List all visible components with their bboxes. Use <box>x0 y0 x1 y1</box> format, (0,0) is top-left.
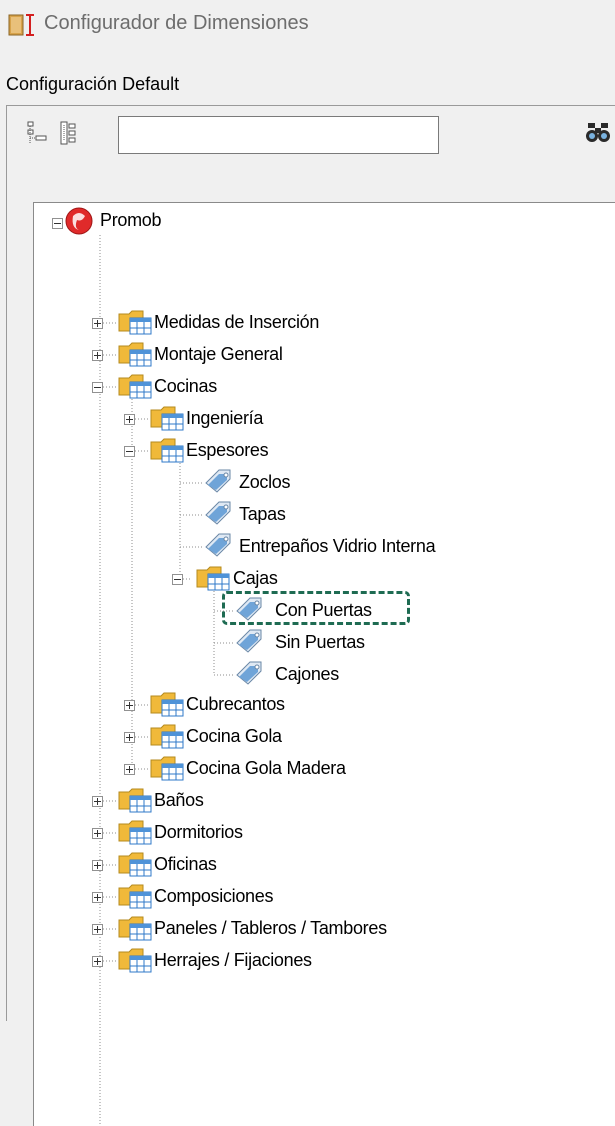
dimension-icon <box>8 14 34 36</box>
search-input[interactable] <box>118 116 439 154</box>
tree-node-label: Zoclos <box>239 472 291 492</box>
tree-node-label: Cajas <box>233 568 278 588</box>
tag-icon <box>204 500 234 531</box>
expand-toggle-icon[interactable] <box>92 892 103 903</box>
tree-node-label: Oficinas <box>154 854 217 874</box>
expand-toggle-icon[interactable] <box>92 828 103 839</box>
tag-icon <box>204 468 234 499</box>
tree-node-label: Cocina Gola Madera <box>186 758 346 778</box>
folder-table-icon <box>118 787 152 818</box>
expand-toggle-icon[interactable] <box>124 414 135 425</box>
expand-toggle-icon[interactable] <box>124 700 135 711</box>
tree-node-label: Dormitorios <box>154 822 243 842</box>
expand-toggle-icon[interactable] <box>92 860 103 871</box>
collapse-toggle-icon[interactable] <box>92 382 103 393</box>
tree-node-label: Cubrecantos <box>186 694 285 714</box>
tree-node-label: Paneles / Tableros / Tambores <box>154 918 387 938</box>
collapse-tree-icon[interactable] <box>26 120 48 146</box>
folder-table-icon <box>118 373 152 404</box>
folder-table-icon <box>150 437 184 468</box>
promob-icon <box>65 207 93 235</box>
tree-node-label: Entrepaños Vidrio Interna <box>239 536 436 556</box>
configuration-label: Configuración Default <box>6 74 180 94</box>
tree-node-label: Ingeniería <box>186 408 264 428</box>
collapse-toggle-icon[interactable] <box>52 218 63 229</box>
tree-node-label: Herrajes / Fijaciones <box>154 950 312 970</box>
selection-highlight <box>222 591 410 625</box>
binoculars-icon[interactable] <box>585 120 611 144</box>
folder-table-icon <box>150 755 184 786</box>
folder-table-icon <box>118 915 152 946</box>
expand-toggle-icon[interactable] <box>92 318 103 329</box>
folder-table-icon <box>118 883 152 914</box>
window-title: Configurador de Dimensiones <box>44 12 309 34</box>
tag-icon <box>204 532 234 563</box>
collapse-toggle-icon[interactable] <box>172 574 183 585</box>
tree-node-label: Espesores <box>186 440 269 460</box>
folder-table-icon <box>118 947 152 978</box>
tree-toolbar <box>7 106 615 162</box>
folder-table-icon <box>118 341 152 372</box>
tree-node-label: Cocina Gola <box>186 726 282 746</box>
expand-toggle-icon[interactable] <box>92 350 103 361</box>
expand-toggle-icon[interactable] <box>124 732 135 743</box>
tree-panel: Promob Medidas de Inserción Montaje Gene… <box>6 105 615 1126</box>
tree-node-label: Tapas <box>239 504 286 524</box>
tree-node-label: Promob <box>100 210 162 230</box>
tree-node-label: Cocinas <box>154 376 217 396</box>
expand-toggle-icon[interactable] <box>92 796 103 807</box>
folder-table-icon <box>150 405 184 436</box>
folder-table-icon <box>118 819 152 850</box>
tree-view[interactable]: Promob Medidas de Inserción Montaje Gene… <box>33 202 615 1126</box>
tree-node-label: Cajones <box>275 664 339 684</box>
expand-toggle-icon[interactable] <box>92 924 103 935</box>
tree-node-label: Medidas de Inserción <box>154 312 320 332</box>
folder-table-icon <box>118 309 152 340</box>
tree-node-label: Montaje General <box>154 344 283 364</box>
expand-tree-icon[interactable] <box>58 120 80 146</box>
tree-node-label: Composiciones <box>154 886 274 906</box>
tree-node-label: Sin Puertas <box>275 632 365 652</box>
expand-toggle-icon[interactable] <box>92 956 103 967</box>
tag-icon <box>235 660 265 691</box>
tree-node-label: Baños <box>154 790 204 810</box>
title-bar: Configurador de Dimensiones <box>0 0 615 52</box>
tag-icon <box>235 628 265 659</box>
folder-table-icon <box>150 691 184 722</box>
collapse-toggle-icon[interactable] <box>124 446 135 457</box>
expand-toggle-icon[interactable] <box>124 764 135 775</box>
folder-table-icon <box>118 851 152 882</box>
folder-table-icon <box>150 723 184 754</box>
